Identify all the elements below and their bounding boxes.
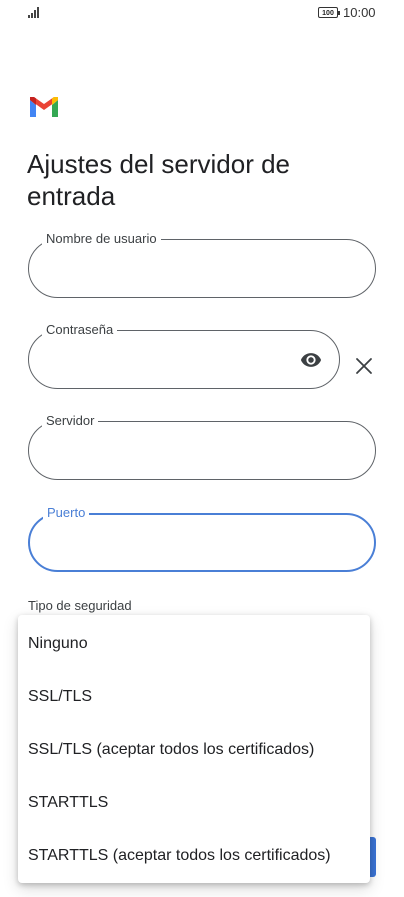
signal-icon (28, 6, 42, 18)
security-type-menu: Ninguno SSL/TLS SSL/TLS (aceptar todos l… (18, 615, 370, 883)
menu-item-none[interactable]: Ninguno (18, 618, 370, 670)
status-bar: 100 10:00 (0, 0, 404, 28)
page-title: Ajustes del servidor de entrada (27, 149, 291, 211)
close-icon[interactable] (354, 356, 374, 376)
port-label: Puerto (43, 504, 90, 522)
eye-icon[interactable] (299, 349, 323, 371)
gmail-logo (30, 97, 58, 117)
port-field[interactable]: Puerto (28, 504, 376, 572)
username-field[interactable]: Nombre de usuario (28, 230, 376, 298)
username-label: Nombre de usuario (42, 230, 161, 248)
menu-item-ssl-tls-accept-all[interactable]: SSL/TLS (aceptar todos los certificados) (18, 724, 370, 776)
username-input[interactable] (47, 258, 325, 282)
security-type-label: Tipo de seguridad (28, 598, 132, 613)
next-button-edge[interactable] (370, 837, 376, 877)
status-time: 10:00 (343, 5, 376, 20)
menu-item-starttls-accept-all[interactable]: STARTTLS (aceptar todos los certificados… (18, 830, 370, 882)
password-field[interactable]: Contraseña (28, 321, 340, 389)
server-label: Servidor (42, 412, 99, 430)
server-input[interactable] (47, 440, 325, 464)
menu-item-starttls[interactable]: STARTTLS (18, 777, 370, 829)
password-label: Contraseña (42, 321, 118, 339)
password-input[interactable] (47, 349, 289, 373)
port-input[interactable] (48, 533, 324, 557)
battery-icon: 100 (318, 7, 340, 18)
server-field[interactable]: Servidor (28, 412, 376, 480)
menu-item-ssl-tls[interactable]: SSL/TLS (18, 671, 370, 723)
